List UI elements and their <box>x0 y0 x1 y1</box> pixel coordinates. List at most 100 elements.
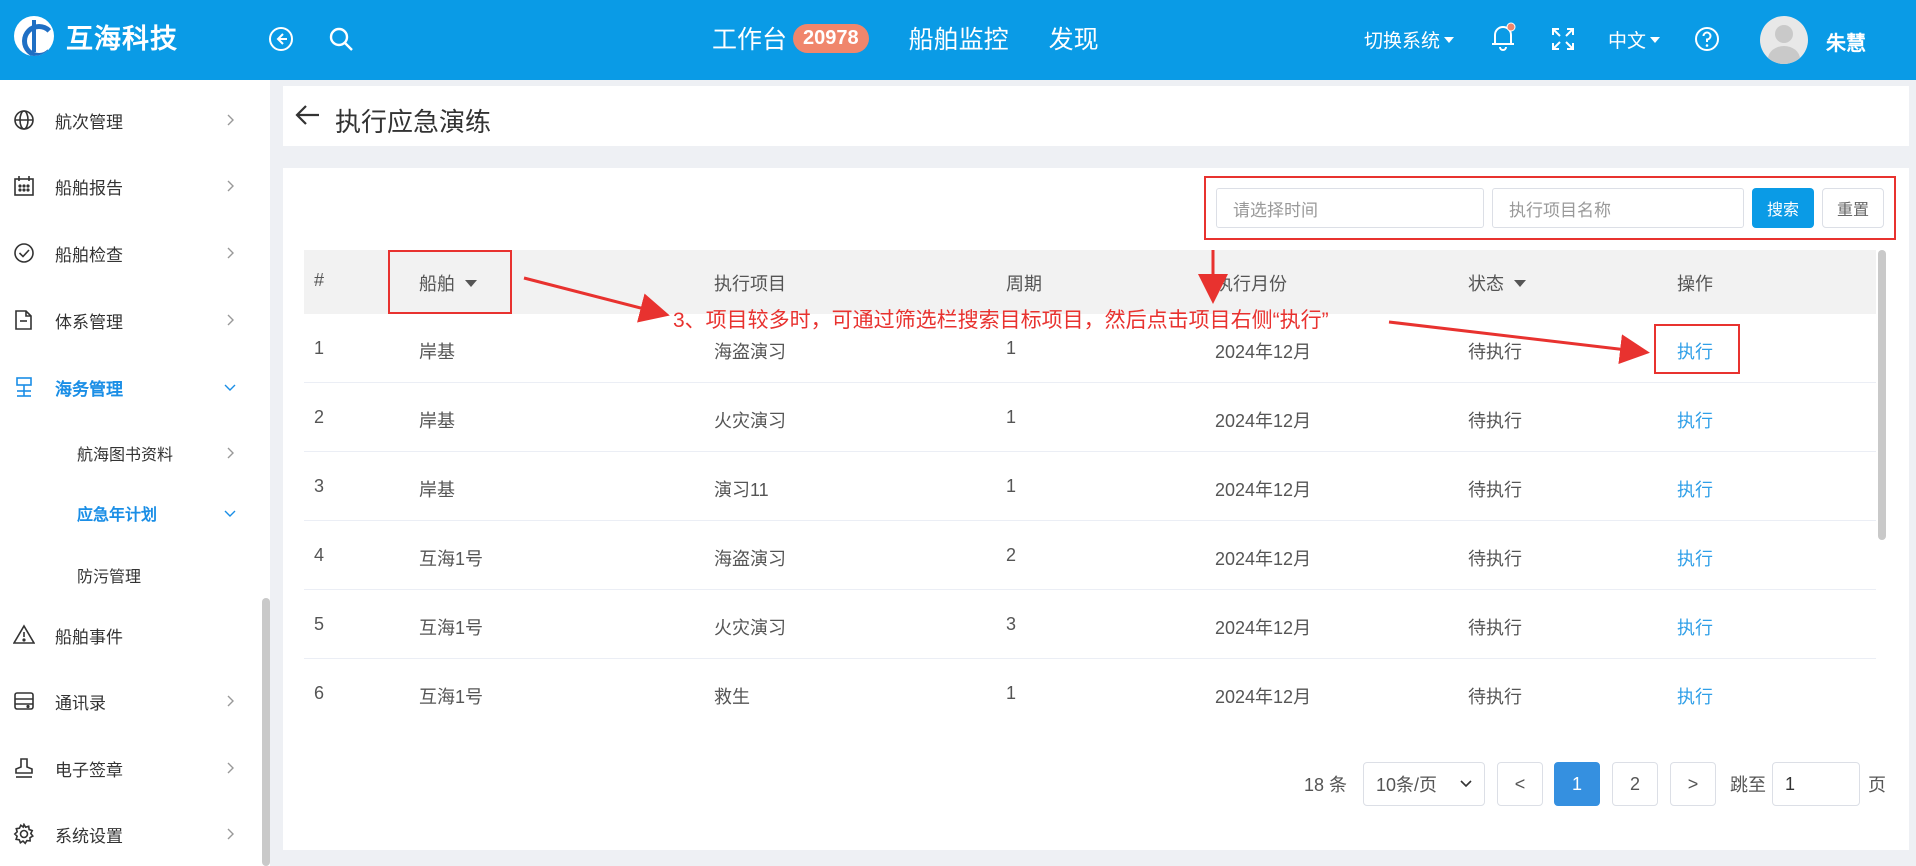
chevron-right-icon <box>227 114 234 126</box>
execute-link[interactable]: 执行 <box>1677 476 1713 502</box>
page-size-select[interactable]: 10条/页 <box>1363 762 1485 806</box>
col-action: 操作 <box>1677 274 1713 294</box>
user-name[interactable]: 朱慧 <box>1826 27 1866 56</box>
check-circle-icon <box>12 241 36 265</box>
avatar[interactable] <box>1760 16 1808 64</box>
page-title: 执行应急演练 <box>335 107 492 137</box>
bell-icon[interactable] <box>1488 22 1518 52</box>
chevron-right-icon <box>227 247 234 259</box>
sidebar-item-nautical-books[interactable]: 航海图书资料 <box>0 423 250 483</box>
sidebar-item-label: 船舶事件 <box>55 627 123 647</box>
sidebar-item-voyage[interactable]: 航次管理 <box>0 90 250 150</box>
col-status[interactable]: 状态 <box>1468 270 1526 296</box>
nav-discover[interactable]: 发现 <box>1049 20 1099 56</box>
cell-ship: 互海1号 <box>419 549 484 569</box>
page-size-label: 10条/页 <box>1376 775 1438 795</box>
brand-logo-icon <box>14 16 54 56</box>
warning-icon <box>12 623 36 647</box>
chevron-down-icon <box>224 384 236 391</box>
caret-down-icon <box>1514 279 1526 287</box>
sidebar-item-settings[interactable]: 系统设置 <box>0 804 250 864</box>
cell-index: 6 <box>314 683 325 703</box>
cell-ship: 互海1号 <box>419 687 484 707</box>
cell-status: 待执行 <box>1468 342 1522 362</box>
cell-month: 2024年12月 <box>1215 411 1312 431</box>
execute-link[interactable]: 执行 <box>1677 545 1713 571</box>
main-nav: 工作台 20978 船舶监控 发现 <box>712 20 1099 56</box>
language-label: 中文 <box>1608 31 1647 52</box>
table-row: 2 岸基 火灾演习 1 2024年12月 待执行 执行 <box>304 383 1876 452</box>
switch-system-label: 切换系统 <box>1364 31 1441 52</box>
jump-page-input[interactable]: 1 <box>1772 762 1860 806</box>
sidebar-item-maritime[interactable]: 海务管理 <box>0 357 250 417</box>
brand[interactable]: 互海科技 <box>14 16 178 56</box>
execute-link[interactable]: 执行 <box>1677 407 1713 433</box>
nav-workbench[interactable]: 工作台 20978 <box>712 20 869 56</box>
next-page-button[interactable]: > <box>1670 762 1716 806</box>
help-icon[interactable] <box>1692 24 1722 54</box>
sidebar-item-label: 船舶检查 <box>55 245 123 265</box>
page-1-button[interactable]: 1 <box>1554 762 1600 806</box>
cell-index: 3 <box>314 476 325 496</box>
annotation-text: 3、项目较多时，可通过筛选栏搜索目标项目，然后点击项目右侧“执行” <box>673 309 1329 332</box>
cell-index: 2 <box>314 407 325 427</box>
chevron-down-icon <box>1460 780 1472 788</box>
chevron-down-icon <box>224 510 236 517</box>
cell-index: 1 <box>314 338 325 358</box>
execute-link[interactable]: 执行 <box>1677 683 1713 709</box>
language-menu[interactable]: 中文 <box>1608 26 1661 53</box>
col-month: 执行月份 <box>1215 274 1287 294</box>
search-icon[interactable] <box>326 24 356 54</box>
sidebar-item-system-management[interactable]: 体系管理 <box>0 290 250 350</box>
sidebar-item-contacts[interactable]: 通讯录 <box>0 671 250 731</box>
sidebar-item-ship-report[interactable]: 船舶报告 <box>0 156 250 216</box>
sidebar-item-label: 海务管理 <box>55 379 123 399</box>
chevron-right-icon <box>227 828 234 840</box>
col-status-label: 状态 <box>1468 274 1504 294</box>
sidebar-item-ship-events[interactable]: 船舶事件 <box>0 605 250 665</box>
arrow-left-icon[interactable] <box>293 100 323 130</box>
nav-workbench-label: 工作台 <box>712 26 788 54</box>
sidebar-item-emergency-plan[interactable]: 应急年计划 <box>0 483 250 543</box>
sidebar-item-ship-inspection[interactable]: 船舶检查 <box>0 223 250 283</box>
table-row: 5 互海1号 火灾演习 3 2024年12月 待执行 执行 <box>304 590 1876 659</box>
ship-column-highlight-box <box>388 250 512 314</box>
gear-icon <box>12 822 36 846</box>
sidebar-item-label: 电子签章 <box>55 760 123 780</box>
cell-index: 5 <box>314 614 325 634</box>
cell-month: 2024年12月 <box>1215 687 1312 707</box>
cell-item: 救生 <box>714 687 750 707</box>
caret-down-icon <box>1650 36 1661 43</box>
switch-system-menu[interactable]: 切换系统 <box>1364 26 1455 53</box>
sidebar-item-pollution-prevention[interactable]: 防污管理 <box>0 545 250 605</box>
sidebar-item-label: 应急年计划 <box>77 507 158 524</box>
cell-month: 2024年12月 <box>1215 618 1312 638</box>
sidebar-item-label: 体系管理 <box>55 312 123 332</box>
execute-link[interactable]: 执行 <box>1677 614 1713 640</box>
chevron-right-icon <box>227 695 234 707</box>
prev-page-button[interactable]: < <box>1497 762 1543 806</box>
fullscreen-icon[interactable] <box>1548 24 1578 54</box>
sidebar-item-label: 通讯录 <box>55 693 106 713</box>
sidebar-scrollbar[interactable] <box>262 598 270 866</box>
document-icon <box>12 308 36 332</box>
cell-status: 待执行 <box>1468 411 1522 431</box>
sidebar-item-e-seal[interactable]: 电子签章 <box>0 738 250 798</box>
cell-cycle: 1 <box>1006 476 1017 496</box>
cell-cycle: 1 <box>1006 407 1017 427</box>
nav-ship-monitor[interactable]: 船舶监控 <box>909 20 1009 56</box>
workbench-count-badge: 20978 <box>793 23 869 53</box>
cell-item: 火灾演习 <box>714 618 786 638</box>
col-index: # <box>314 270 325 290</box>
back-circle-icon[interactable] <box>266 24 296 54</box>
sidebar-item-label: 防污管理 <box>77 569 142 586</box>
table-scrollbar[interactable] <box>1878 250 1886 540</box>
cell-item: 海盗演习 <box>714 549 786 569</box>
cell-month: 2024年12月 <box>1215 342 1312 362</box>
page-2-button[interactable]: 2 <box>1612 762 1658 806</box>
stamp-icon <box>12 756 36 780</box>
table-row: 6 互海1号 救生 1 2024年12月 待执行 执行 <box>304 659 1876 728</box>
cell-cycle: 2 <box>1006 545 1017 565</box>
contacts-icon <box>12 689 36 713</box>
col-item: 执行项目 <box>714 274 786 294</box>
